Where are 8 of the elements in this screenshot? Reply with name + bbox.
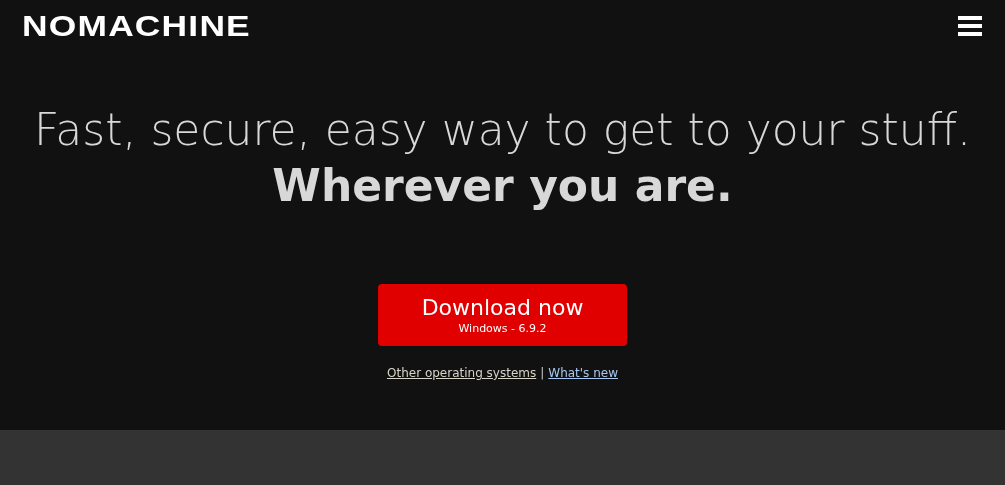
download-button[interactable]: Download now Windows - 6.9.2 [378,284,627,346]
subheadline: Wherever you are. [271,158,734,213]
separator: | [540,366,545,380]
headline: Fast, secure, easy way to get to your stuff. [33,104,972,157]
menu-icon[interactable] [958,16,982,36]
link[interactable]: What's new [548,366,618,380]
link[interactable]: Other operating systems [387,366,537,380]
logo[interactable]: NOMACHINE [22,11,251,41]
